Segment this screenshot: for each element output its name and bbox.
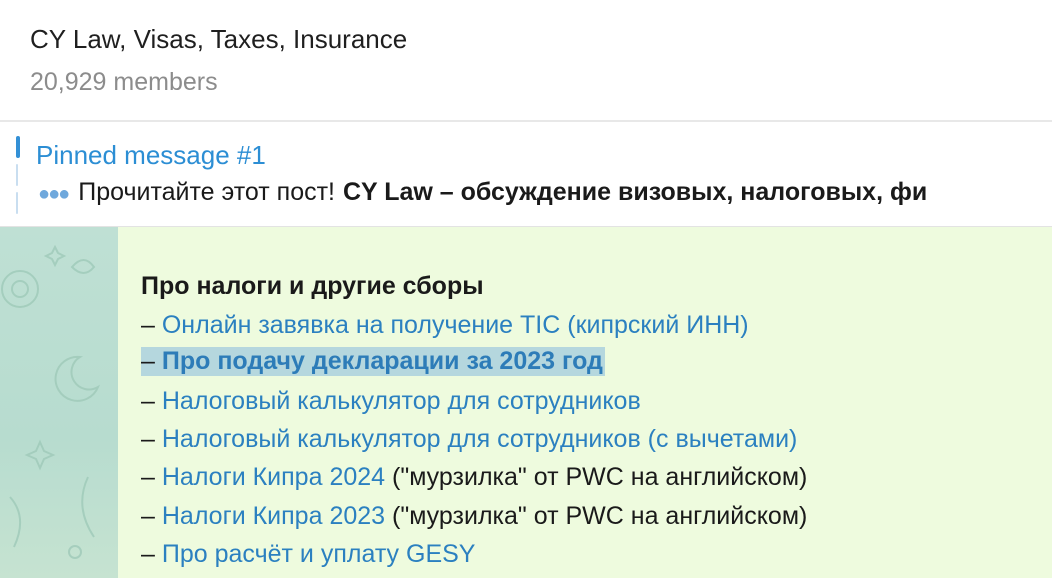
list-dash: – <box>141 347 162 375</box>
pinned-indicator <box>16 192 18 214</box>
list-dash: – <box>141 502 162 530</box>
list-dash: – <box>141 463 162 491</box>
link-cyprus-taxes-2024[interactable]: Налоги Кипра 2024 <box>162 463 385 491</box>
list-dash: – <box>141 387 162 415</box>
list-dash: – <box>141 540 162 568</box>
link-tax-calculator[interactable]: Налоговый калькулятор для сотрудников <box>162 387 641 415</box>
list-suffix: ("мурзилка" от PWC на английском) <box>385 502 808 530</box>
link-gesy[interactable]: Про расчёт и уплату GESY <box>162 540 476 568</box>
pinned-label: Pinned message #1 <box>36 140 266 170</box>
pinned-indicator-active <box>16 136 20 158</box>
pinned-message-bar[interactable]: Pinned message #1 ●●● Прочитайте этот пос… <box>0 122 1052 227</box>
list-item: – Налоги Кипра 2023 ("мурзилка" от PWC н… <box>141 502 807 531</box>
chat-title[interactable]: CY Law, Visas, Taxes, Insurance <box>30 24 407 55</box>
wallpaper-doodle-icon <box>1 244 101 559</box>
link-declaration-2023[interactable]: Про подачу декларации за 2023 год <box>162 347 603 375</box>
list-suffix: ("мурзилка" от PWC на английском) <box>385 463 808 491</box>
list-item: – Онлайн завявка на получение TIC (кипрс… <box>141 311 749 340</box>
pinned-preview-text: Прочитайте этот пост! <box>78 178 335 206</box>
list-item: – Про расчёт и уплату GESY <box>141 540 475 569</box>
members-count: 20,929 members <box>30 68 218 96</box>
list-dash: – <box>141 311 162 339</box>
link-tax-calculator-deductions[interactable]: Налоговый калькулятор для сотрудников (с… <box>162 425 798 453</box>
pinned-preview: ●●● Прочитайте этот пост! CY Law – обсужде… <box>38 178 927 207</box>
section-title: Про налоги и другие сборы <box>141 272 484 300</box>
list-item: – Налоги Кипра 2024 ("мурзилка" от PWC н… <box>141 463 807 492</box>
link-cyprus-taxes-2023[interactable]: Налоги Кипра 2023 <box>162 502 385 530</box>
list-item: – Налоговый калькулятор для сотрудников <box>141 387 641 416</box>
ellipsis-icon: ●●● <box>38 183 70 205</box>
pinned-indicator <box>16 164 18 186</box>
wallpaper-pattern <box>0 227 118 578</box>
chat-header[interactable]: CY Law, Visas, Taxes, Insurance 20,929 m… <box>0 0 1052 122</box>
link-tic-application[interactable]: Онлайн завявка на получение TIC (кипрски… <box>162 311 749 339</box>
pinned-preview-bold: CY Law – обсуждение визовых, налоговых, … <box>343 178 928 206</box>
list-item-highlighted: – Про подачу декларации за 2023 год <box>141 347 605 376</box>
list-dash: – <box>141 425 162 453</box>
list-item: – Налоговый калькулятор для сотрудников … <box>141 425 797 454</box>
